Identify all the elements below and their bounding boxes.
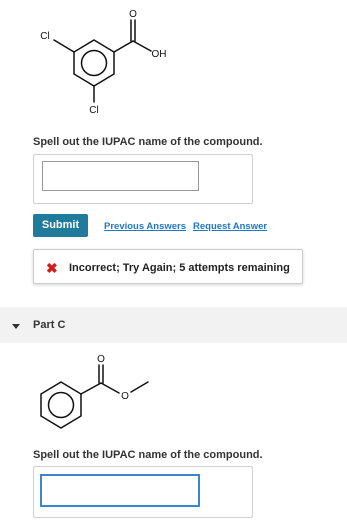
caret-down-icon[interactable] — [12, 324, 20, 329]
atom-label-o: O — [97, 354, 105, 365]
answer-box — [33, 154, 253, 204]
answer-input[interactable] — [42, 161, 199, 191]
previous-answers-link[interactable]: Previous Answers — [104, 221, 186, 232]
question-prompt: Spell out the IUPAC name of the compound… — [33, 136, 263, 148]
feedback-text: Incorrect; Try Again; 5 attempts remaini… — [69, 262, 290, 274]
answer-box — [33, 466, 253, 518]
x-icon: ✖ — [46, 260, 58, 276]
atom-label-o: O — [129, 9, 137, 20]
question-prompt: Spell out the IUPAC name of the compound… — [33, 449, 263, 461]
atom-label-cl: Cl — [40, 31, 49, 42]
submit-button[interactable]: Submit — [33, 214, 88, 237]
atom-label-oh: OH — [152, 49, 167, 60]
atom-label-o: O — [121, 391, 129, 402]
request-answer-link[interactable]: Request Answer — [193, 221, 267, 232]
chemical-structure-part-c: O O — [40, 354, 149, 429]
atom-label-cl: Cl — [89, 105, 98, 116]
answer-input[interactable] — [40, 474, 200, 507]
part-c-header[interactable]: Part C — [0, 307, 347, 343]
part-label: Part C — [33, 319, 66, 331]
chemical-structure-part-b: Cl O OH Cl — [40, 9, 167, 116]
feedback-message-box: ✖ Incorrect; Try Again; 5 attempts remai… — [33, 249, 303, 284]
